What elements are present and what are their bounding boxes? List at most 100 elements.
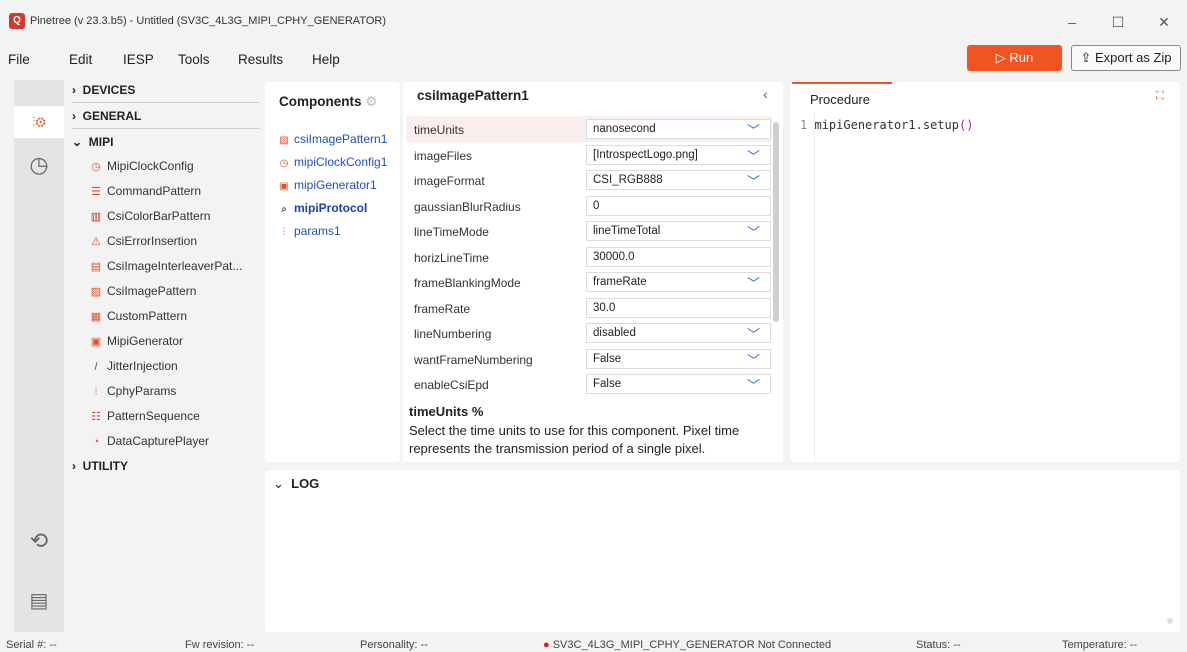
property-value: False xyxy=(593,378,622,390)
code-editor[interactable]: 1 mipiGenerator1.setup() xyxy=(800,118,973,132)
history-icon[interactable]: ◷ xyxy=(14,152,64,178)
property-input[interactable]: 30000.0 xyxy=(586,246,771,267)
tree-item[interactable]: ◷ MipiClockConfig xyxy=(88,159,194,173)
tree-item[interactable]: ▦ CustomPattern xyxy=(88,309,187,323)
properties-panel: csiImagePattern1 ‹ timeUnits nanosecond ﹀ i… xyxy=(403,82,783,462)
code-parens: () xyxy=(958,118,974,132)
tree-item[interactable]: ⫶ CphyParams xyxy=(88,384,177,399)
tree-item-label: DataCapturePlayer xyxy=(107,434,210,448)
tree-item[interactable]: / JitterInjection xyxy=(88,359,177,373)
component-library-tree: › DEVICES › GENERAL ⌄ MIPI ◷ MipiClockCon… xyxy=(64,80,260,475)
tree-section-utility[interactable]: › UTILITY xyxy=(72,459,128,473)
gutter-divider xyxy=(814,112,815,462)
property-select[interactable]: [IntrospectLogo.png] ﹀ xyxy=(586,144,771,165)
menu-file[interactable]: File xyxy=(8,52,30,67)
tree-item[interactable]: ▥ CsiColorBarPattern xyxy=(88,209,211,223)
menu-tools[interactable]: Tools xyxy=(178,52,210,67)
divider xyxy=(72,128,260,129)
property-row: imageFiles [IntrospectLogo.png] ﹀ xyxy=(406,142,772,168)
chevron-right-icon: › xyxy=(72,109,83,123)
property-help: timeUnits % Select the time units to use… xyxy=(403,398,783,462)
component-item[interactable]: ⌕ mipiProtocol xyxy=(277,201,367,215)
tree-item[interactable]: ◔ DataCapturePlayer xyxy=(88,434,209,448)
run-button[interactable]: ▷ Run xyxy=(967,45,1062,71)
tree-item-label: CphyParams xyxy=(107,384,177,398)
minimize-button[interactable]: – xyxy=(1052,8,1092,36)
property-select[interactable]: False ﹀ xyxy=(586,374,771,394)
title-bar: Q Pinetree (v 23.3.b5) - Untitled (SV3C_… xyxy=(0,0,1187,44)
chevron-right-icon: › xyxy=(72,83,83,97)
expand-icon[interactable]: ⛶ xyxy=(1156,90,1164,103)
chevron-down-icon: ﹀ xyxy=(746,327,760,342)
tree-item[interactable]: ▤ CsiImageInterleaverPat... xyxy=(88,259,243,273)
property-select[interactable]: False ﹀ xyxy=(586,348,771,369)
list-icon: ☰ xyxy=(91,186,101,198)
resize-handle[interactable] xyxy=(1167,618,1173,624)
tree-section-mipi[interactable]: ⌄ MIPI xyxy=(72,135,113,149)
component-item[interactable]: ◷ mipiClockConfig1 xyxy=(277,155,388,169)
status-dot-icon: ● xyxy=(543,639,550,651)
menu-edit[interactable]: Edit xyxy=(69,52,92,67)
property-row: frameRate 30.0 xyxy=(406,295,772,321)
chevron-down-icon: ﹀ xyxy=(746,276,760,291)
properties-scrollbar[interactable] xyxy=(773,122,779,322)
tree-item[interactable]: ☰ CommandPattern xyxy=(88,184,201,198)
property-name: enableCsiEpd xyxy=(414,378,489,392)
tree-section-devices[interactable]: › DEVICES xyxy=(72,83,135,97)
close-button[interactable]: ✕ xyxy=(1144,8,1184,36)
component-item-label: params1 xyxy=(294,224,341,238)
tree-item[interactable]: ☷ PatternSequence xyxy=(88,409,200,423)
status-bar: Serial #: -- Fw revision: -- Personality… xyxy=(0,637,1187,652)
image-icon: ▨ xyxy=(90,286,102,298)
component-item[interactable]: ⫶ params1 xyxy=(277,224,341,238)
property-select[interactable]: CSI_RGB888 ﹀ xyxy=(586,170,771,190)
property-input[interactable]: 30.0 xyxy=(586,297,771,318)
collapse-panel-icon[interactable]: ‹ xyxy=(763,86,768,102)
tree-section-general[interactable]: › GENERAL xyxy=(72,109,141,123)
component-item[interactable]: ▨ csiImagePattern1 xyxy=(277,132,387,146)
tab-procedure[interactable]: Procedure xyxy=(792,82,892,112)
tree-item-label: CsiErrorInsertion xyxy=(107,234,198,248)
gear-icon[interactable]: ⚙ xyxy=(365,94,377,109)
clock-icon: ◷ xyxy=(91,161,101,173)
property-input[interactable]: 0 xyxy=(586,195,771,216)
sync-icon[interactable]: ⟲ xyxy=(14,528,64,554)
menu-results[interactable]: Results xyxy=(238,52,283,67)
component-item[interactable]: ▣ mipiGenerator1 xyxy=(277,178,377,192)
tree-item-label: CustomPattern xyxy=(107,309,188,323)
generator-icon: ▣ xyxy=(90,336,102,348)
component-item-label: mipiGenerator1 xyxy=(294,178,377,192)
serial-status: Serial #: -- xyxy=(6,639,57,651)
document-icon[interactable]: ▤ xyxy=(14,588,64,613)
tree-item-label: PatternSequence xyxy=(107,409,200,423)
components-panel-icon[interactable]: ⫶⚙ xyxy=(14,106,64,138)
chevron-down-icon: ⌄ xyxy=(72,135,89,149)
tree-item[interactable]: ⚠ CsiErrorInsertion xyxy=(88,234,197,248)
property-name: lineNumbering xyxy=(414,327,492,341)
tree-item[interactable]: ▨ CsiImagePattern xyxy=(88,284,197,298)
property-select[interactable]: lineTimeTotal ﹀ xyxy=(586,221,771,241)
help-text: Select the time units to use for this co… xyxy=(409,423,740,456)
jitter-icon: / xyxy=(94,361,98,373)
log-header[interactable]: ⌄ LOG xyxy=(273,476,319,492)
tree-item-label: CommandPattern xyxy=(107,184,202,198)
property-select[interactable]: frameRate ﹀ xyxy=(586,272,771,292)
property-value: 30000.0 xyxy=(593,250,635,263)
property-select[interactable]: disabled ﹀ xyxy=(586,323,771,343)
property-value: lineTimeTotal xyxy=(593,225,661,237)
property-name: wantFrameNumbering xyxy=(414,352,533,367)
property-select[interactable]: nanosecond ﹀ xyxy=(586,119,771,139)
property-value: 0 xyxy=(593,199,600,212)
capture-icon: ◔ xyxy=(92,436,100,448)
chevron-down-icon: ﹀ xyxy=(746,174,760,189)
protocol-icon: ⌕ xyxy=(281,204,287,215)
property-row: frameBlankingMode frameRate ﹀ xyxy=(406,269,772,295)
tree-item[interactable]: ▣ MipiGenerator xyxy=(88,334,183,348)
menu-iesp[interactable]: IESP xyxy=(123,52,154,67)
procedure-panel: Procedure ⛶ 1 mipiGenerator1.setup() xyxy=(790,82,1180,462)
menu-help[interactable]: Help xyxy=(312,52,340,67)
maximize-button[interactable]: ☐ xyxy=(1098,8,1138,36)
export-zip-button[interactable]: ⇪ Export as Zip xyxy=(1071,45,1181,71)
sequence-icon: ☷ xyxy=(91,411,101,423)
component-item-label: mipiClockConfig1 xyxy=(294,155,388,169)
